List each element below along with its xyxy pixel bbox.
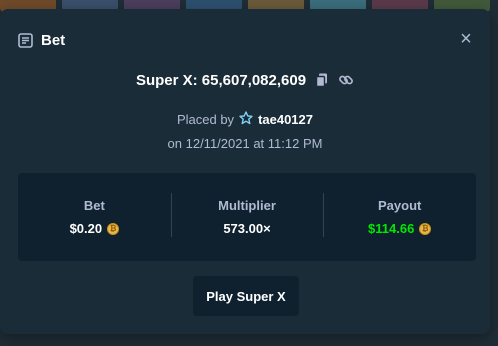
stat-multiplier: Multiplier 573.00× bbox=[170, 173, 324, 261]
placed-by-label: Placed by bbox=[176, 111, 235, 127]
bet-slip-icon bbox=[18, 32, 33, 48]
bet-date: on 12/11/2021 at 11:12 PM bbox=[167, 136, 323, 151]
modal-title: Bet bbox=[41, 31, 66, 49]
bet-id-row: Super X: 65,607,082,609 bbox=[0, 69, 490, 91]
stat-bet-value: $0.20 ₿ bbox=[70, 221, 120, 236]
stat-bet-label: Bet bbox=[83, 198, 105, 213]
play-game-button[interactable]: Play Super X bbox=[193, 276, 299, 316]
stat-payout-value: $114.66 ₿ bbox=[368, 221, 432, 236]
coin-icon: ₿ bbox=[107, 222, 120, 235]
bet-id: Super X: 65,607,082,609 bbox=[135, 71, 307, 89]
vip-star-icon bbox=[239, 110, 253, 128]
stat-payout-amount: $114.66 bbox=[368, 221, 415, 236]
link-icon[interactable] bbox=[338, 72, 354, 88]
modal-header: Bet bbox=[18, 30, 65, 50]
coin-icon: ₿ bbox=[419, 222, 432, 235]
stat-bet: Bet $0.20 ₿ bbox=[18, 173, 171, 261]
copy-icon[interactable] bbox=[314, 72, 330, 88]
close-icon: × bbox=[460, 28, 472, 50]
stat-payout: Payout $114.66 ₿ bbox=[323, 173, 476, 261]
stat-multiplier-value: 573.00× bbox=[223, 221, 271, 236]
username-link[interactable]: tae40127 bbox=[258, 112, 313, 127]
close-button[interactable]: × bbox=[456, 29, 476, 49]
placed-by-row: Placed by tae40127 bbox=[0, 110, 490, 128]
bet-details-modal: Bet × Super X: 65,607,082,609 Placed by … bbox=[0, 9, 490, 334]
bet-stats-panel: Bet $0.20 ₿ Multiplier 573.00× Payout $1… bbox=[18, 173, 476, 261]
stat-payout-label: Payout bbox=[378, 198, 422, 213]
stat-multiplier-label: Multiplier bbox=[218, 198, 276, 213]
stat-bet-amount: $0.20 bbox=[69, 221, 103, 236]
